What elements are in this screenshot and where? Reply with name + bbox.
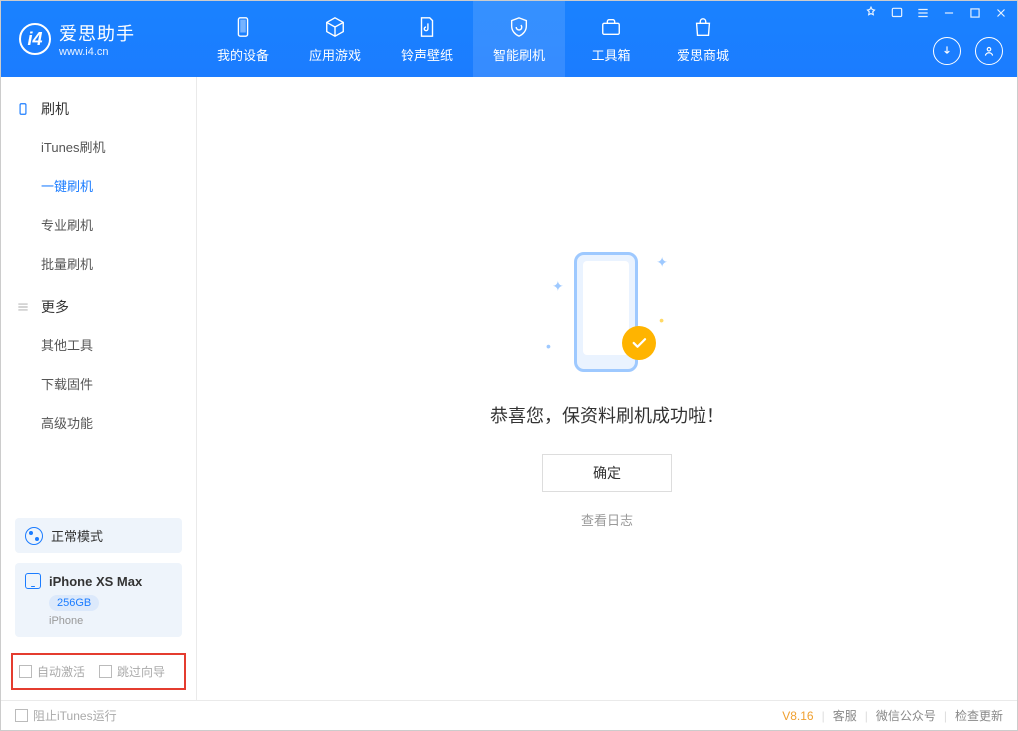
- highlight-box: 自动激活 跳过向导: [11, 653, 186, 690]
- mode-label: 正常模式: [51, 526, 103, 545]
- view-log-link[interactable]: 查看日志: [581, 510, 633, 529]
- main-nav: 我的设备 应用游戏 铃声壁纸 智能刷机 工具箱 爱思商城: [197, 1, 749, 77]
- check-badge-icon: [622, 326, 656, 360]
- app-url: www.i4.cn: [59, 46, 135, 58]
- logo-area: i4 爱思助手 www.i4.cn: [1, 20, 197, 58]
- mode-icon: [25, 527, 43, 545]
- shield-refresh-icon: [507, 15, 531, 39]
- version-label: V8.16: [782, 709, 813, 723]
- minimize-icon[interactable]: [941, 5, 957, 21]
- checkbox-label: 自动激活: [37, 663, 85, 680]
- nav-label: 我的设备: [217, 45, 269, 64]
- cube-icon: [323, 15, 347, 39]
- group-title: 更多: [41, 297, 69, 317]
- sidebar-item-advanced[interactable]: 高级功能: [1, 403, 196, 442]
- footer-link-support[interactable]: 客服: [833, 707, 857, 724]
- footer-link-wechat[interactable]: 微信公众号: [876, 707, 936, 724]
- group-title: 刷机: [41, 99, 69, 119]
- nav-label: 爱思商城: [677, 45, 729, 64]
- sidebar-item-other-tools[interactable]: 其他工具: [1, 325, 196, 364]
- device-family: iPhone: [49, 615, 172, 627]
- ok-button[interactable]: 确定: [542, 454, 672, 492]
- nav-toolbox[interactable]: 工具箱: [565, 1, 657, 77]
- main-panel: ✦ ✦ • • 恭喜您，保资料刷机成功啦！ 确定 查看日志: [197, 77, 1017, 700]
- footer-bar: 阻止iTunes运行 V8.16 | 客服 | 微信公众号 | 检查更新: [1, 700, 1017, 730]
- checkbox-block-itunes[interactable]: 阻止iTunes运行: [15, 707, 117, 724]
- account-button[interactable]: [975, 37, 1003, 65]
- nav-apps-games[interactable]: 应用游戏: [289, 1, 381, 77]
- storage-pill: 256GB: [49, 595, 99, 611]
- phone-icon: [25, 573, 41, 589]
- app-name: 爱思助手: [59, 20, 135, 46]
- sidebar-item-download-firmware[interactable]: 下载固件: [1, 364, 196, 403]
- device-card[interactable]: iPhone XS Max 256GB iPhone: [15, 563, 182, 637]
- footer-link-update[interactable]: 检查更新: [955, 707, 1003, 724]
- theme-icon[interactable]: [863, 5, 879, 21]
- checkbox-label: 跳过向导: [117, 663, 165, 680]
- feedback-icon[interactable]: [889, 5, 905, 21]
- bag-icon: [691, 15, 715, 39]
- header-bar: i4 爱思助手 www.i4.cn 我的设备 应用游戏 铃声壁纸 智能刷机 工具…: [1, 1, 1017, 77]
- sparkle-icon: •: [546, 338, 551, 354]
- device-icon: [231, 15, 255, 39]
- list-icon: [15, 299, 31, 315]
- checkbox-label: 阻止iTunes运行: [33, 707, 117, 724]
- sparkle-icon: ✦: [656, 254, 668, 271]
- music-file-icon: [415, 15, 439, 39]
- checkbox-skip-guide[interactable]: 跳过向导: [99, 663, 165, 680]
- sidebar-group-more: 更多 其他工具 下载固件 高级功能: [1, 289, 196, 442]
- device-mode-row[interactable]: 正常模式: [15, 518, 182, 553]
- sidebar-item-oneclick-flash[interactable]: 一键刷机: [1, 166, 196, 205]
- sidebar: 刷机 iTunes刷机 一键刷机 专业刷机 批量刷机 更多 其他工具 下载固件 …: [1, 77, 197, 700]
- sidebar-group-flash: 刷机 iTunes刷机 一键刷机 专业刷机 批量刷机: [1, 91, 196, 283]
- nav-smart-flash[interactable]: 智能刷机: [473, 1, 565, 77]
- success-message: 恭喜您，保资料刷机成功啦！: [490, 402, 724, 428]
- nav-store[interactable]: 爱思商城: [657, 1, 749, 77]
- download-button[interactable]: [933, 37, 961, 65]
- sidebar-item-pro-flash[interactable]: 专业刷机: [1, 205, 196, 244]
- nav-label: 工具箱: [591, 45, 630, 64]
- nav-label: 铃声壁纸: [401, 45, 453, 64]
- maximize-icon[interactable]: [967, 5, 983, 21]
- checkbox-icon: [99, 665, 112, 678]
- close-icon[interactable]: [993, 5, 1009, 21]
- phone-icon: [15, 101, 31, 117]
- window-controls: [863, 5, 1009, 21]
- header-actions: [933, 37, 1003, 65]
- sparkle-icon: ✦: [552, 278, 564, 295]
- success-illustration: ✦ ✦ • •: [552, 248, 662, 378]
- nav-label: 应用游戏: [309, 45, 361, 64]
- nav-ringtone-wallpaper[interactable]: 铃声壁纸: [381, 1, 473, 77]
- checkbox-auto-activate[interactable]: 自动激活: [19, 663, 85, 680]
- checkbox-icon: [19, 665, 32, 678]
- app-logo-icon: i4: [19, 23, 51, 55]
- nav-label: 智能刷机: [493, 45, 545, 64]
- sidebar-item-itunes-flash[interactable]: iTunes刷机: [1, 127, 196, 166]
- toolbox-icon: [599, 15, 623, 39]
- checkbox-icon: [15, 709, 28, 722]
- nav-my-device[interactable]: 我的设备: [197, 1, 289, 77]
- device-name: iPhone XS Max: [49, 574, 142, 589]
- menu-icon[interactable]: [915, 5, 931, 21]
- sparkle-icon: •: [659, 312, 664, 328]
- sidebar-item-batch-flash[interactable]: 批量刷机: [1, 244, 196, 283]
